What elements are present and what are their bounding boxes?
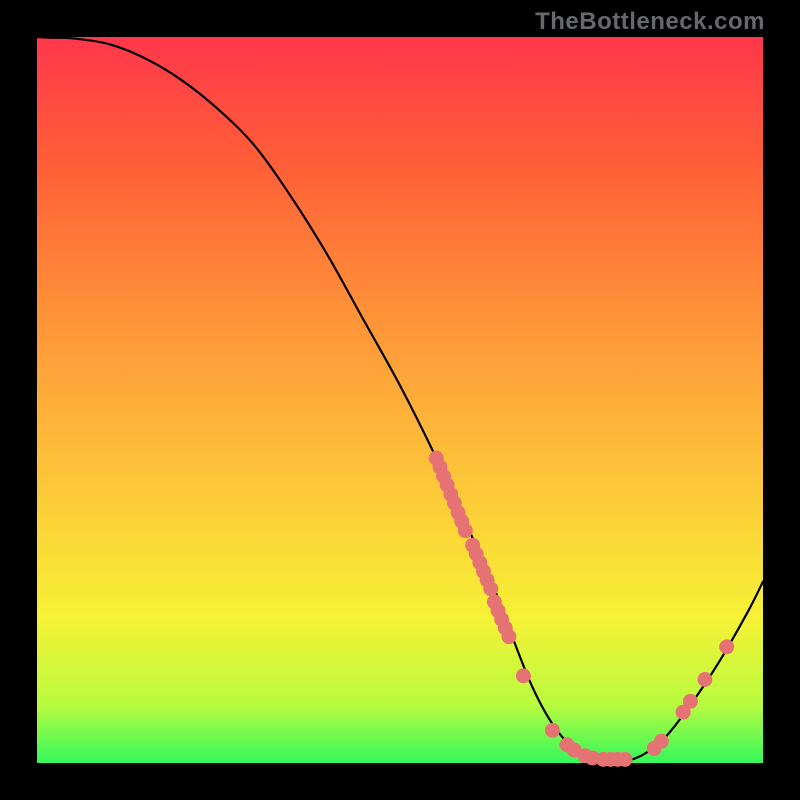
marker-dot	[697, 672, 712, 687]
highlight-dots	[429, 451, 734, 767]
marker-dot	[683, 694, 698, 709]
marker-dot	[654, 734, 669, 749]
watermark-text: TheBottleneck.com	[535, 8, 765, 36]
marker-dot	[618, 752, 633, 767]
marker-dot	[458, 523, 473, 538]
marker-dot	[516, 668, 531, 683]
bottleneck-curve	[37, 37, 763, 761]
chart-stage: TheBottleneck.com	[0, 0, 800, 800]
chart-svg	[37, 37, 763, 763]
marker-dot	[501, 629, 516, 644]
marker-dot	[719, 639, 734, 654]
marker-dot	[545, 723, 560, 738]
plot-area	[35, 35, 765, 765]
marker-dot	[483, 581, 498, 596]
